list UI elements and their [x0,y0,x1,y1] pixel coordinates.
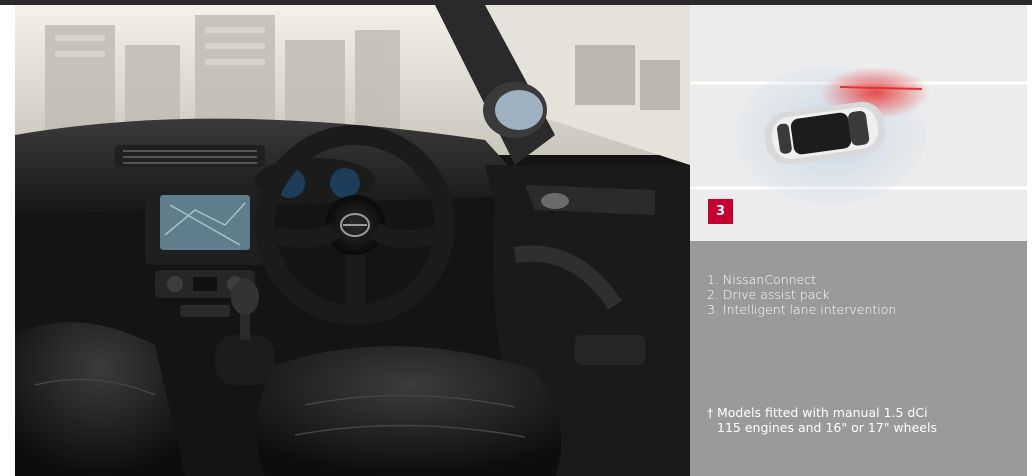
interior-photo [15,5,690,476]
dagger-mark: † [707,405,714,420]
footnote-line-1: † Models fitted with manual 1.5 dCi [707,405,1017,420]
interior-illustration [15,5,690,476]
caption-panel: 1. NissanConnect 2. Drive assist pack 3.… [690,241,1027,476]
feature-item: 2. Drive assist pack [707,287,830,302]
brochure-page: 3 1. NissanConnect 2. Drive assist pack … [0,0,1032,476]
feature-item: 1. NissanConnect [707,272,817,287]
feature-list: 1. NissanConnect 2. Drive assist pack 3.… [707,272,896,317]
lane-illustration [690,5,1027,241]
footnote-text-1: Models fitted with manual 1.5 dCi [717,405,928,420]
image-number-badge: 3 [708,199,733,224]
feature-item: 3. Intelligent lane intervention [707,302,897,317]
footnote: † Models fitted with manual 1.5 dCi 115 e… [707,405,1017,435]
lane-intervention-photo: 3 [690,5,1027,241]
footnote-text-2: 115 engines and 16" or 17" wheels [717,420,937,435]
